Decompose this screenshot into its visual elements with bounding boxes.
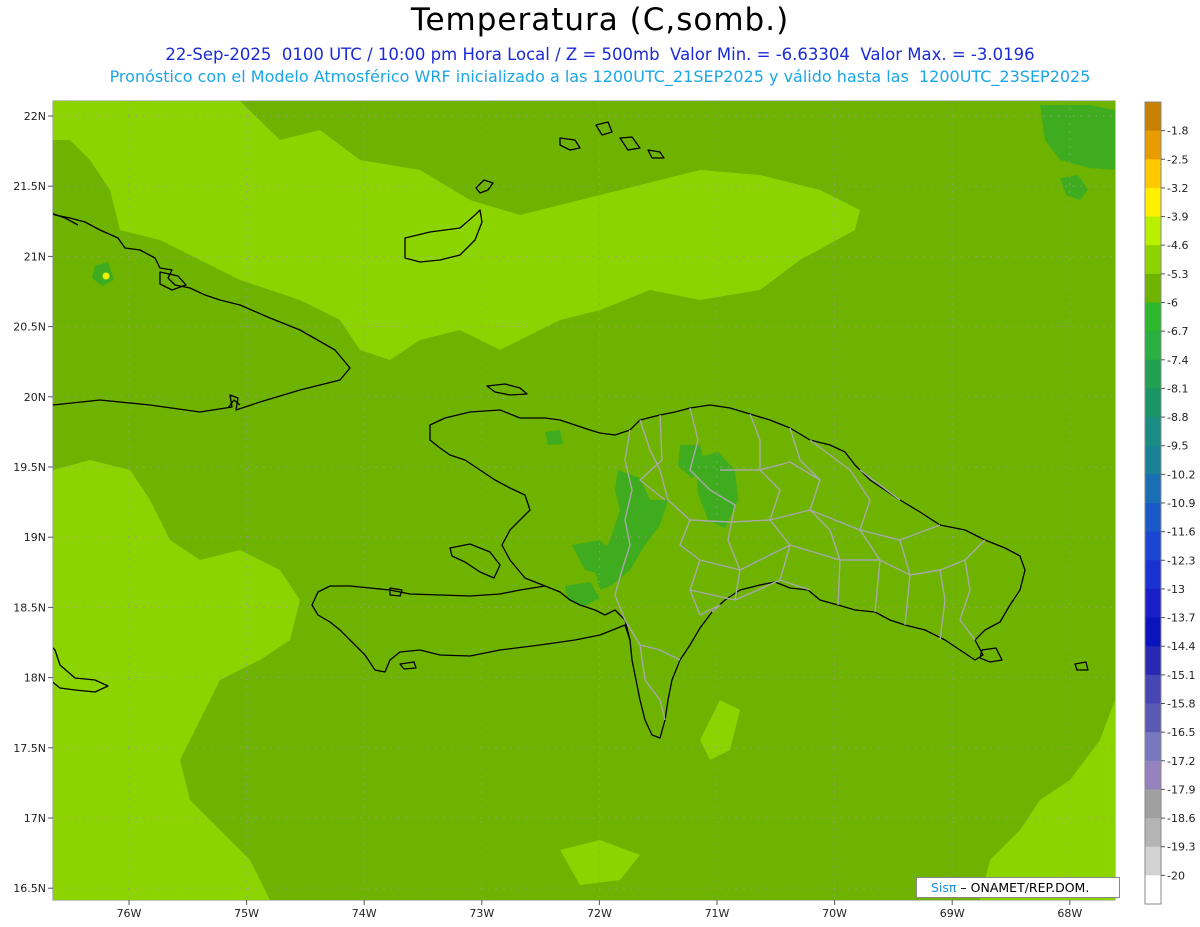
colorbar-label: -13.7 [1167,612,1195,625]
colorbar-label: -4.6 [1167,239,1188,252]
credit-box: Sisπ – ONAMET/REP.DOM. [916,877,1120,898]
credit-text: – ONAMET/REP.DOM. [956,880,1090,895]
lat-label: 16.5N [13,882,46,895]
colorbar-label: -11.6 [1167,526,1195,539]
lon-label: 68W [1057,907,1082,920]
colorbar-swatch [1145,417,1161,447]
colorbar-swatch [1145,818,1161,848]
colorbar-swatch [1145,531,1161,561]
colorbar-label: -15.1 [1167,669,1195,682]
lat-label: 20.5N [13,321,46,334]
colorbar-label: -17.2 [1167,755,1195,768]
colorbar-swatch [1145,789,1161,819]
colorbar-label: -3.9 [1167,211,1188,224]
colorbar-label: -2.5 [1167,153,1188,166]
colorbar-label: -13 [1167,583,1185,596]
colorbar-swatch [1145,159,1161,189]
latitude-labels: 22N 21.5N 21N 20.5N 20N 19.5N 19N 18.5N 18N 17.5N… [13,110,53,895]
colorbar-swatch [1145,445,1161,475]
colorbar-swatch [1145,187,1161,218]
forecast-time-subtitle: 22-Sep-2025 0100 UTC / 10:00 pm Hora Loc… [165,45,1035,64]
colorbar-swatch [1145,617,1161,647]
colorbar-swatch [1145,674,1161,704]
colorbar-label: -10.9 [1167,497,1195,510]
lat-label: 18N [24,672,46,685]
lon-label: 73W [469,907,494,920]
colorbar-label: -20 [1167,869,1185,882]
colorbar-label: -9.5 [1167,440,1188,453]
colorbar: -1.8 -2.5 -3.2 -3.9 -4.6 -5.3 -6 -6.7 -7.4 -8.1 -8… [1144,101,1195,905]
lon-label: 76W [117,907,142,920]
map-title: Temperatura (C,somb.) [410,2,790,38]
lon-label: 72W [587,907,612,920]
colorbar-swatch [1145,302,1161,332]
credit-brand: Sisπ [931,880,957,895]
colorbar-swatch [1145,273,1161,303]
colorbar-label: -6.7 [1167,325,1188,338]
colorbar-swatch [1145,245,1161,275]
colorbar-swatch [1145,875,1161,905]
lat-label: 18.5N [13,601,46,614]
temperature-max-spot [102,272,110,280]
colorbar-swatch [1145,102,1161,132]
temperature-map: 22N 21.5N 21N 20.5N 20N 19.5N 19N 18.5N 18N 17.5N… [13,100,1195,920]
colorbar-label: -8.1 [1167,382,1188,395]
colorbar-swatch [1145,703,1161,733]
colorbar-label: -17.9 [1167,783,1195,796]
longitude-labels: 76W 75W 74W 73W 72W 71W 70W 69W 68W [117,900,1082,920]
colorbar-swatch [1145,732,1161,762]
colorbar-label: -5.3 [1167,268,1188,281]
lat-label: 21N [24,250,46,263]
colorbar-label: -3.2 [1167,182,1188,195]
colorbar-label: -12.3 [1167,554,1195,567]
colorbar-label: -8.8 [1167,411,1188,424]
colorbar-label: -19.3 [1167,841,1195,854]
colorbar-swatch [1145,474,1161,504]
colorbar-label: -10.2 [1167,468,1195,481]
colorbar-swatch [1145,388,1161,418]
colorbar-label: -6 [1167,297,1178,310]
colorbar-swatch [1145,846,1161,876]
colorbar-label: -16.5 [1167,726,1195,739]
lat-label: 17N [24,812,46,825]
model-info-subtitle: Pronóstico con el Modelo Atmosférico WRF… [109,67,1091,86]
lon-label: 74W [352,907,377,920]
lat-label: 21.5N [13,180,46,193]
colorbar-label: -7.4 [1167,354,1188,367]
lat-label: 22N [24,110,46,123]
lon-label: 69W [940,907,965,920]
colorbar-label: -15.8 [1167,698,1195,711]
colorbar-swatch [1145,216,1161,246]
colorbar-swatch [1145,560,1161,590]
colorbar-swatch [1145,760,1161,790]
lon-label: 71W [705,907,730,920]
colorbar-swatch [1145,331,1161,361]
colorbar-label: -18.6 [1167,812,1195,825]
lat-label: 19.5N [13,461,46,474]
lon-label: 70W [822,907,847,920]
colorbar-swatch [1145,588,1161,619]
colorbar-swatch [1145,130,1161,160]
colorbar-swatch [1145,646,1161,676]
colorbar-label: -14.4 [1167,640,1195,653]
colorbar-swatch [1145,503,1161,533]
colorbar-swatch [1145,359,1161,389]
lat-label: 20N [24,391,46,404]
lat-label: 17.5N [13,742,46,755]
lon-label: 75W [234,907,259,920]
lat-label: 19N [24,531,46,544]
colorbar-label: -1.8 [1167,125,1188,138]
